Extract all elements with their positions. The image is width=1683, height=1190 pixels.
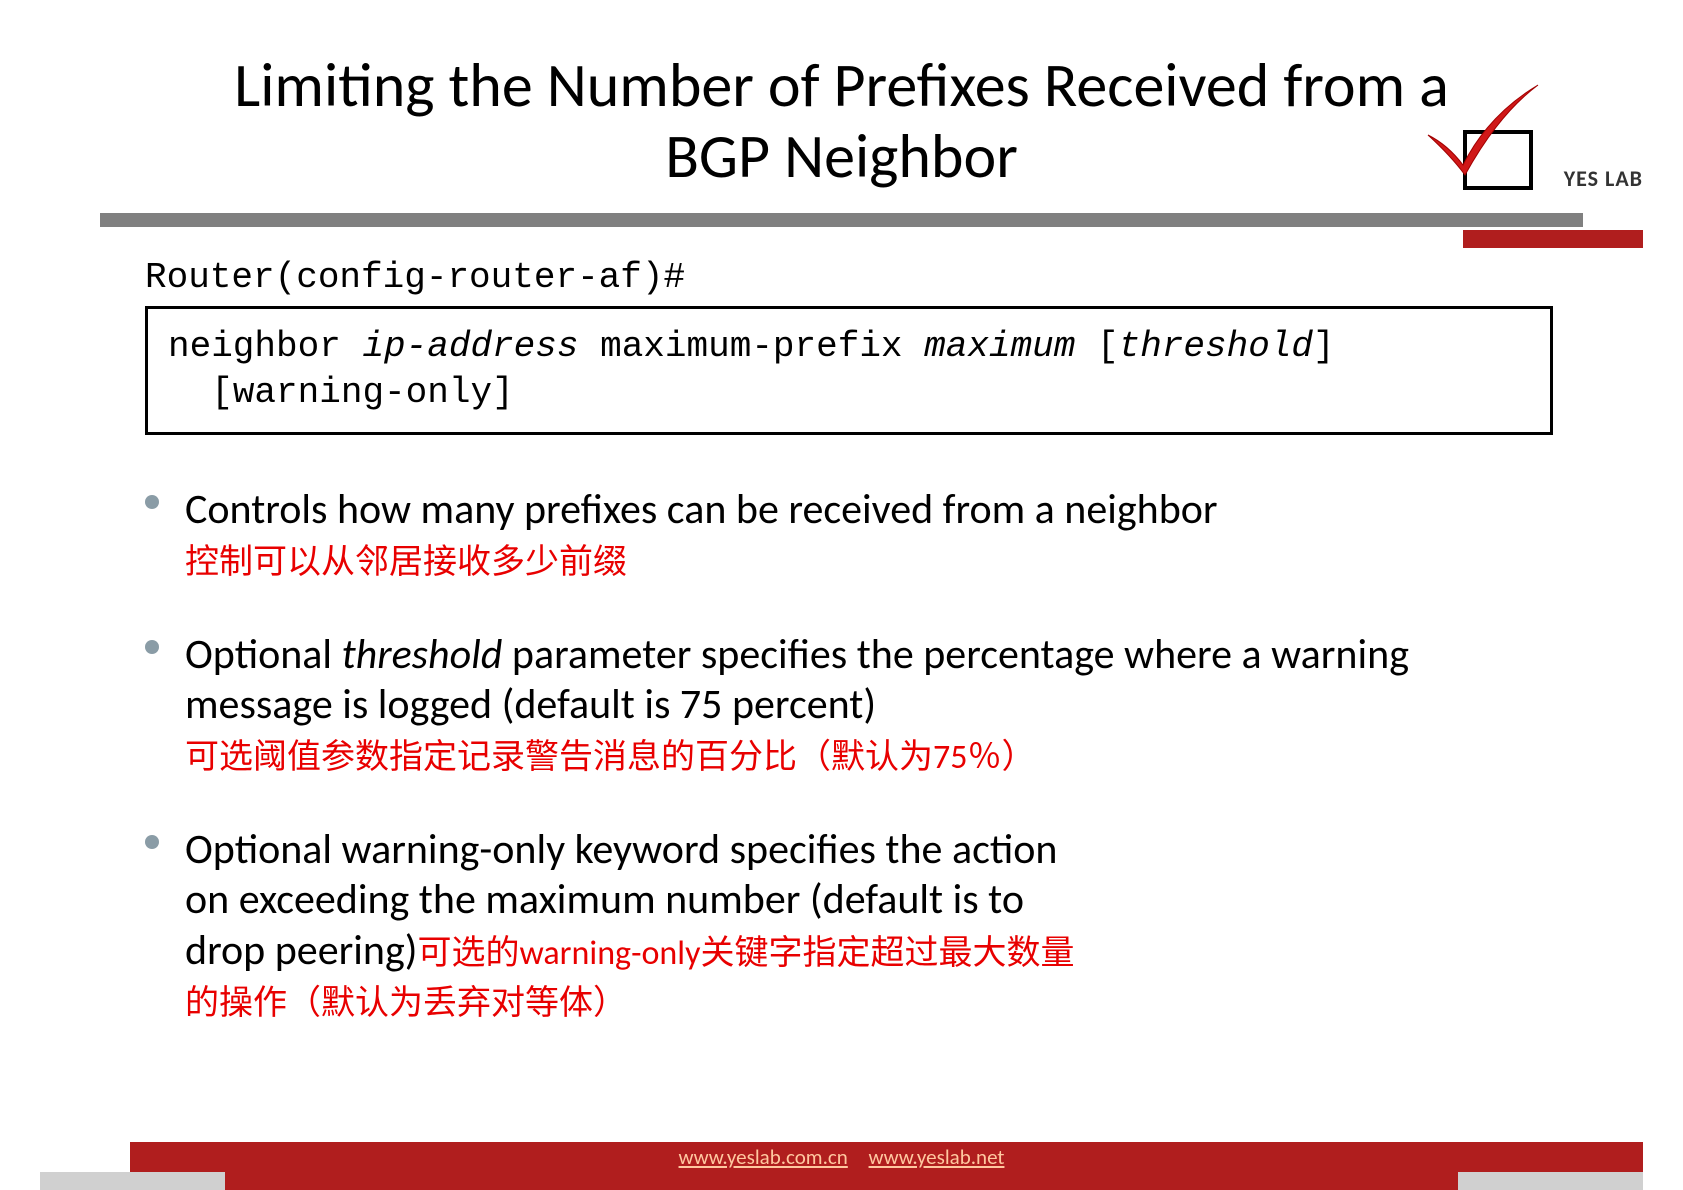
cli-italic-1: ip-address bbox=[362, 326, 578, 367]
cli-italic-3: threshold bbox=[1119, 326, 1313, 367]
bullet-item-1: Controls how many prefixes can be receiv… bbox=[185, 485, 1553, 585]
title-underline bbox=[100, 213, 1583, 227]
cli-text-1: neighbor bbox=[168, 326, 362, 367]
footer-gray-left bbox=[40, 1172, 225, 1190]
bullet-2-italic: threshold bbox=[342, 629, 503, 680]
bullet-list: Controls how many prefixes can be receiv… bbox=[145, 485, 1553, 1026]
red-accent-bar bbox=[1463, 230, 1643, 248]
content-section: Router(config-router-af)# neighbor ip-ad… bbox=[0, 227, 1683, 1027]
bullet-1-en: Controls how many prefixes can be receiv… bbox=[185, 485, 1553, 535]
logo-text: YES LAB bbox=[1564, 165, 1643, 192]
bullet-item-3: Optional warning-only keyword specifies … bbox=[185, 825, 1085, 1027]
title-section: Limiting the Number of Prefixes Received… bbox=[0, 0, 1683, 227]
cli-text-5: [warning-only] bbox=[211, 372, 513, 413]
bullet-1-cn: 控制可以从邻居接收多少前缀 bbox=[185, 541, 1553, 585]
bullet-3-content: Optional warning-only keyword specifies … bbox=[185, 825, 1085, 1027]
bullet-dot-icon bbox=[145, 640, 159, 654]
bullet-2-cn: 可选阈值参数指定记录警告消息的百分比（默认为75％） bbox=[185, 736, 1553, 780]
cli-text-4: ] bbox=[1313, 326, 1335, 367]
bullet-2-en-1: Optional bbox=[185, 629, 342, 680]
bullet-dot-icon bbox=[145, 495, 159, 509]
logo-container: YES LAB bbox=[1463, 70, 1643, 220]
cli-italic-2: maximum bbox=[924, 326, 1075, 367]
bullet-item-2: Optional threshold parameter specifies t… bbox=[185, 630, 1553, 780]
slide-title: Limiting the Number of Prefixes Received… bbox=[204, 50, 1479, 193]
cli-text-2: maximum-prefix bbox=[578, 326, 924, 367]
footer-link-2[interactable]: www.yeslab.net bbox=[869, 1144, 1005, 1170]
cli-text-3: [ bbox=[1075, 326, 1118, 367]
cli-command-box: neighbor ip-address maximum-prefix maxim… bbox=[145, 306, 1553, 436]
bullet-dot-icon bbox=[145, 835, 159, 849]
footer-gray-right bbox=[1458, 1172, 1643, 1190]
bullet-2-en: Optional threshold parameter specifies t… bbox=[185, 630, 1553, 731]
cli-prompt: Router(config-router-af)# bbox=[145, 257, 1553, 298]
footer-section: www.yeslab.com.cn www.yeslab.net bbox=[0, 1154, 1683, 1190]
slide-container: Limiting the Number of Prefixes Received… bbox=[0, 0, 1683, 1190]
footer-red-bottom bbox=[225, 1172, 1458, 1190]
footer-link-1[interactable]: www.yeslab.com.cn bbox=[679, 1144, 848, 1170]
footer-links: www.yeslab.com.cn www.yeslab.net bbox=[671, 1144, 1013, 1170]
checkmark-icon bbox=[1423, 80, 1543, 180]
